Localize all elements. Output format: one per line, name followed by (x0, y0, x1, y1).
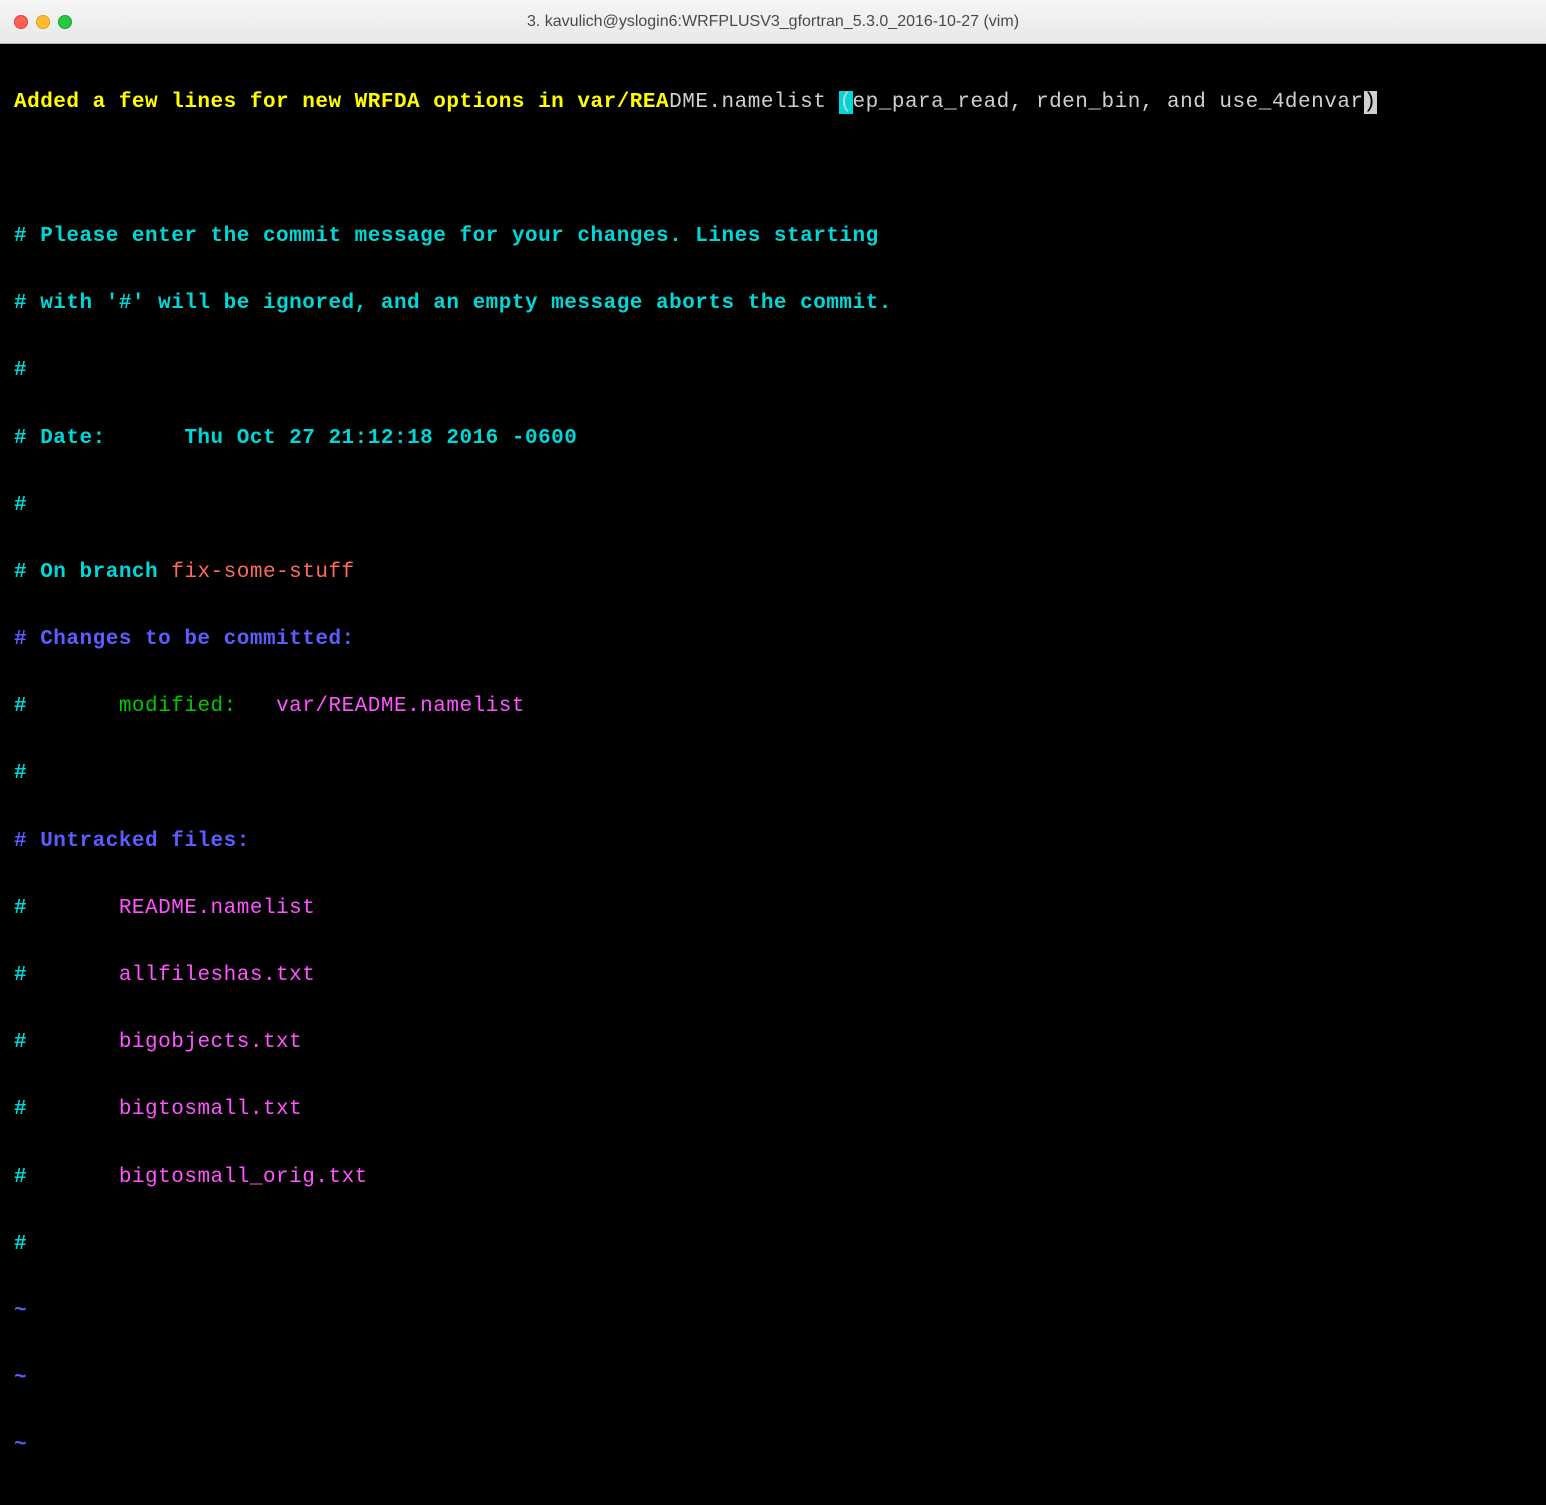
untracked-file-line: # bigtosmall_orig.txt (14, 1161, 1532, 1195)
branch-name: fix-some-stuff (171, 561, 354, 584)
window-titlebar: 3. kavulich@yslogin6:WRFPLUSV3_gfortran_… (0, 0, 1546, 44)
cursor-open-paren: ( (839, 91, 852, 114)
comment-line: # (14, 1228, 1532, 1262)
untracked-file-line: # allfileshas.txt (14, 959, 1532, 993)
untracked-filename: README.namelist (119, 897, 316, 920)
vim-tilde-line: ~ (14, 1295, 1532, 1329)
commit-msg-rest1: DME.namelist (669, 91, 839, 114)
untracked-heading: # Untracked files: (14, 825, 1532, 859)
minimize-button[interactable] (36, 15, 50, 29)
comment-line: # (14, 354, 1532, 388)
untracked-filename: allfileshas.txt (119, 964, 316, 987)
untracked-file-line: # bigobjects.txt (14, 1026, 1532, 1060)
modified-label: modified: (119, 695, 276, 718)
terminal-viewport[interactable]: Added a few lines for new WRFDA options … (0, 44, 1546, 1505)
commit-msg-rest2: ep_para_read, rden_bin, and use_4denvar (853, 91, 1364, 114)
untracked-filename: bigtosmall_orig.txt (119, 1166, 368, 1189)
untracked-file-line: # README.namelist (14, 892, 1532, 926)
comment-line: # Please enter the commit message for yo… (14, 220, 1532, 254)
comment-line: # with '#' will be ignored, and an empty… (14, 287, 1532, 321)
commit-msg-highlighted: Added a few lines for new WRFDA options … (14, 91, 669, 114)
untracked-file-line: # bigtosmall.txt (14, 1093, 1532, 1127)
blank-line (14, 153, 1532, 187)
vim-tilde-line: ~ (14, 1362, 1532, 1396)
untracked-filename: bigobjects.txt (119, 1031, 302, 1054)
modified-filename: var/README.namelist (276, 695, 525, 718)
close-button[interactable] (14, 15, 28, 29)
branch-line: # On branch fix-some-stuff (14, 556, 1532, 590)
maximize-button[interactable] (58, 15, 72, 29)
commit-date: Thu Oct 27 21:12:18 2016 -0600 (184, 427, 577, 450)
traffic-lights (0, 15, 72, 29)
untracked-filename: bigtosmall.txt (119, 1098, 302, 1121)
changes-heading: # Changes to be committed: (14, 623, 1532, 657)
modified-file-line: # modified: var/README.namelist (14, 690, 1532, 724)
date-line: # Date: Thu Oct 27 21:12:18 2016 -0600 (14, 422, 1532, 456)
vim-tilde-line: ~ (14, 1429, 1532, 1463)
close-paren-highlight: ) (1364, 91, 1377, 114)
comment-line: # (14, 489, 1532, 523)
comment-line: # (14, 757, 1532, 791)
window-title: 3. kavulich@yslogin6:WRFPLUSV3_gfortran_… (527, 13, 1019, 31)
commit-message-line: Added a few lines for new WRFDA options … (14, 86, 1532, 120)
